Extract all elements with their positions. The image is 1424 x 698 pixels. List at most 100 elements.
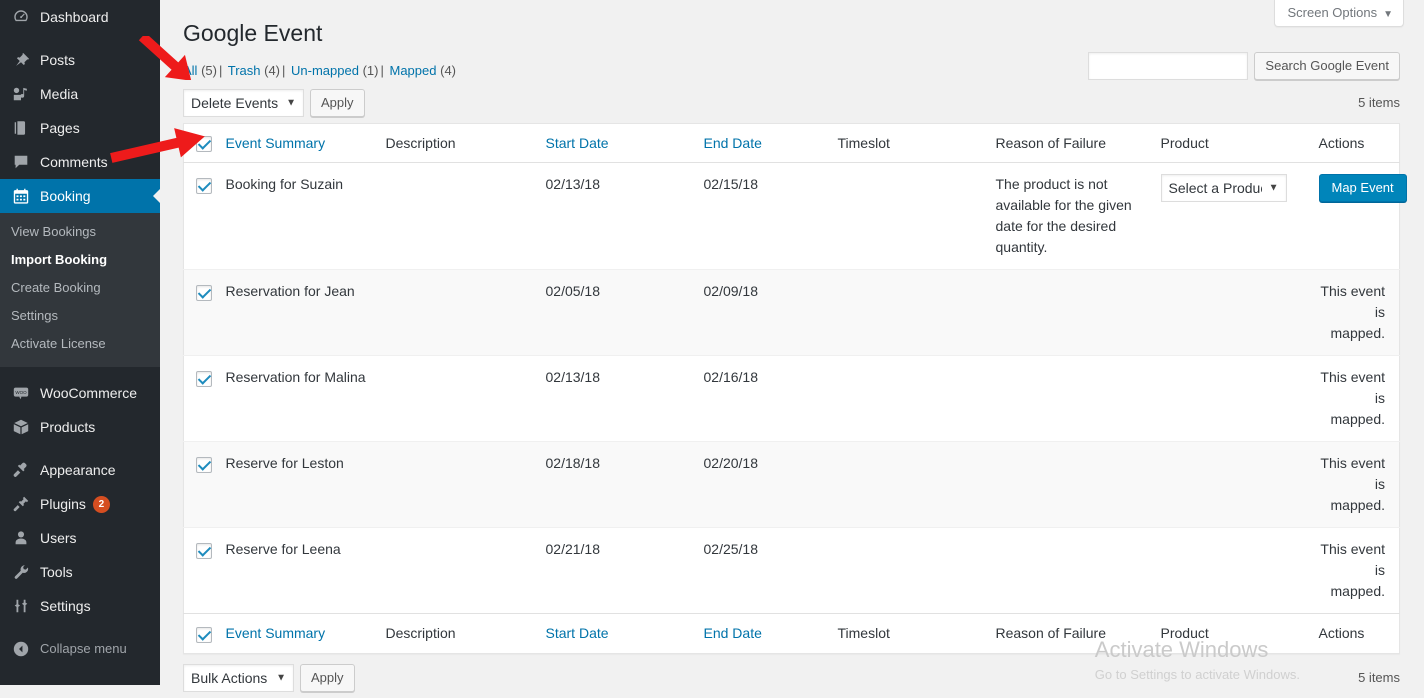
sidebar-item-media[interactable]: Media bbox=[0, 77, 160, 111]
submenu-item-view-bookings[interactable]: View Bookings bbox=[0, 218, 160, 246]
view-trash-link[interactable]: Trash bbox=[228, 63, 261, 78]
column-label: Event Summary bbox=[226, 135, 326, 151]
column-footer-end-date[interactable]: End Date bbox=[704, 614, 838, 653]
column-header-event-summary[interactable]: Event Summary bbox=[226, 124, 386, 163]
submenu-item-activate-license[interactable]: Activate License bbox=[0, 330, 160, 358]
column-header-actions: Actions bbox=[1319, 124, 1400, 163]
apply-button-top[interactable]: Apply bbox=[310, 89, 365, 117]
plug-icon bbox=[11, 494, 31, 514]
admin-sidebar: Dashboard Posts Media Pages Comments Boo… bbox=[0, 0, 160, 685]
product-select[interactable]: Select a Product bbox=[1161, 174, 1287, 202]
tablenav-bottom: Bulk Actions ▼ Apply 5 items bbox=[183, 664, 1424, 694]
views-separator: | bbox=[378, 63, 385, 78]
column-label: Timeslot bbox=[838, 625, 890, 641]
column-footer-timeslot: Timeslot bbox=[838, 614, 996, 653]
table-row: Booking for Suzain 02/13/18 02/15/18 The… bbox=[184, 163, 1400, 270]
sidebar-item-label: Users bbox=[40, 521, 77, 555]
view-all: All (5)| bbox=[183, 63, 224, 78]
sidebar-item-comments[interactable]: Comments bbox=[0, 145, 160, 179]
sidebar-item-posts[interactable]: Posts bbox=[0, 43, 160, 77]
sidebar-separator bbox=[0, 367, 160, 376]
bulk-action-select-top[interactable]: Delete Events bbox=[183, 89, 304, 117]
search-button[interactable]: Search Google Event bbox=[1254, 52, 1400, 80]
sidebar-item-settings[interactable]: Settings bbox=[0, 589, 160, 623]
column-label: Description bbox=[386, 625, 456, 641]
collapse-arrow-icon bbox=[11, 639, 31, 659]
select-all-checkbox-bottom[interactable] bbox=[196, 627, 212, 643]
bulk-action-select-bottom[interactable]: Bulk Actions bbox=[183, 664, 294, 692]
sidebar-item-tools[interactable]: Tools bbox=[0, 555, 160, 589]
main-content: Screen Options▼ Google Event All (5)| Tr… bbox=[160, 0, 1424, 685]
table-footer-row: Event Summary Description Start Date End… bbox=[184, 614, 1400, 653]
cell-timeslot bbox=[838, 528, 996, 614]
row-checkbox-cell bbox=[184, 528, 226, 614]
column-header-product: Product bbox=[1161, 124, 1319, 163]
column-footer-event-summary[interactable]: Event Summary bbox=[226, 614, 386, 653]
row-checkbox[interactable] bbox=[196, 178, 212, 194]
cell-actions: Map Event bbox=[1319, 163, 1400, 270]
sidebar-item-collapse-menu[interactable]: Collapse menu bbox=[0, 632, 160, 666]
cell-end-date: 02/16/18 bbox=[704, 356, 838, 442]
table-row: Reserve for Leena 02/21/18 02/25/18 This… bbox=[184, 528, 1400, 614]
table-body: Booking for Suzain 02/13/18 02/15/18 The… bbox=[184, 163, 1400, 614]
column-label: Actions bbox=[1319, 625, 1365, 641]
select-all-checkbox-top[interactable] bbox=[196, 136, 212, 152]
bulk-actions-top: Delete Events ▼ Apply bbox=[183, 89, 365, 117]
cell-product: Select a Product ▼ bbox=[1161, 163, 1319, 270]
cell-product bbox=[1161, 442, 1319, 528]
sidebar-item-products[interactable]: Products bbox=[0, 410, 160, 444]
sidebar-item-dashboard[interactable]: Dashboard bbox=[0, 0, 160, 34]
cell-timeslot bbox=[838, 442, 996, 528]
sidebar-item-label: Pages bbox=[40, 111, 80, 145]
row-checkbox[interactable] bbox=[196, 285, 212, 301]
cell-actions: This event is mapped. bbox=[1319, 528, 1400, 614]
submenu-item-create-booking[interactable]: Create Booking bbox=[0, 274, 160, 302]
page-wrap: Google Event All (5)| Trash (4)| Un-mapp… bbox=[183, 0, 1424, 698]
sidebar-item-label: Dashboard bbox=[40, 0, 109, 34]
cell-actions: This event is mapped. bbox=[1319, 356, 1400, 442]
sidebar-item-pages[interactable]: Pages bbox=[0, 111, 160, 145]
brush-icon bbox=[11, 460, 31, 480]
row-checkbox[interactable] bbox=[196, 543, 212, 559]
row-checkbox[interactable] bbox=[196, 371, 212, 387]
events-table: Event Summary Description Start Date End… bbox=[183, 123, 1400, 654]
column-header-start-date[interactable]: Start Date bbox=[546, 124, 704, 163]
sidebar-item-booking[interactable]: Booking bbox=[0, 179, 160, 213]
cell-timeslot bbox=[838, 270, 996, 356]
select-all-footer bbox=[184, 614, 226, 653]
apply-button-bottom[interactable]: Apply bbox=[300, 664, 355, 692]
booking-submenu: View Bookings Import Booking Create Book… bbox=[0, 213, 160, 367]
cell-reason-of-failure bbox=[996, 528, 1161, 614]
cell-end-date: 02/15/18 bbox=[704, 163, 838, 270]
map-event-button[interactable]: Map Event bbox=[1319, 174, 1407, 202]
sidebar-item-woocommerce[interactable]: WOO WooCommerce bbox=[0, 376, 160, 410]
column-label: Timeslot bbox=[838, 135, 890, 151]
column-footer-start-date[interactable]: Start Date bbox=[546, 614, 704, 653]
submenu-item-import-booking[interactable]: Import Booking bbox=[0, 246, 160, 274]
view-all-link[interactable]: All bbox=[183, 63, 197, 78]
view-trash: Trash (4)| bbox=[224, 63, 287, 78]
user-icon bbox=[11, 528, 31, 548]
view-mapped-link[interactable]: Mapped bbox=[390, 63, 437, 78]
view-unmapped-count: (1) bbox=[363, 63, 379, 78]
sidebar-item-users[interactable]: Users bbox=[0, 521, 160, 555]
cell-product bbox=[1161, 270, 1319, 356]
submenu-item-settings[interactable]: Settings bbox=[0, 302, 160, 330]
view-mapped: Mapped (4) bbox=[386, 63, 456, 78]
view-trash-count: (4) bbox=[264, 63, 280, 78]
table-foot: Event Summary Description Start Date End… bbox=[184, 614, 1400, 653]
sidebar-item-appearance[interactable]: Appearance bbox=[0, 453, 160, 487]
cell-product bbox=[1161, 356, 1319, 442]
column-header-end-date[interactable]: End Date bbox=[704, 124, 838, 163]
view-unmapped-link[interactable]: Un-mapped bbox=[291, 63, 359, 78]
dashboard-icon bbox=[11, 7, 31, 27]
cell-start-date: 02/13/18 bbox=[546, 356, 704, 442]
search-input[interactable] bbox=[1088, 52, 1248, 80]
sidebar-item-plugins[interactable]: Plugins 2 bbox=[0, 487, 160, 521]
cell-description bbox=[386, 442, 546, 528]
column-footer-description: Description bbox=[386, 614, 546, 653]
sidebar-item-label: Tools bbox=[40, 555, 73, 589]
media-icon bbox=[11, 84, 31, 104]
cell-description bbox=[386, 528, 546, 614]
row-checkbox[interactable] bbox=[196, 457, 212, 473]
